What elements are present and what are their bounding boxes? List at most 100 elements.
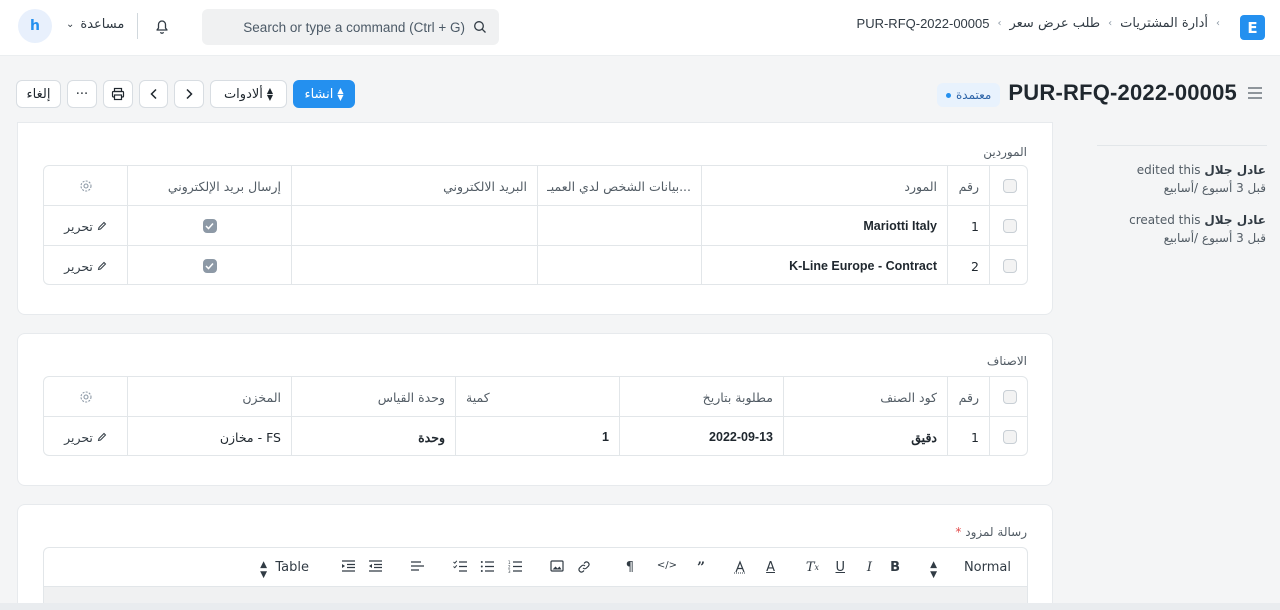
sidebar-divider: [1097, 145, 1267, 146]
clear-format-icon[interactable]: Tx: [806, 560, 819, 575]
align-icon[interactable]: [410, 560, 425, 572]
send-email-cell[interactable]: [127, 246, 291, 284]
checkbox[interactable]: [1002, 259, 1017, 273]
header-row-number: رقم: [947, 166, 989, 206]
more-actions-button[interactable]: ···: [67, 80, 97, 108]
timeline-user[interactable]: عادل جلال: [1204, 213, 1266, 227]
timeline-time: قبل 3 أسبوع /أسابيع: [1163, 181, 1266, 195]
user-avatar[interactable]: h: [18, 9, 52, 43]
format-dropdown[interactable]: Normal: [964, 560, 1011, 575]
send-email-checkbox[interactable]: [202, 259, 217, 273]
italic-icon[interactable]: I: [867, 560, 872, 575]
bell-icon[interactable]: [152, 16, 172, 36]
items-card: الاصناف المخزن وحدة القياس كمية مطلوبة ب…: [17, 333, 1053, 486]
row-select[interactable]: [989, 417, 1027, 455]
text-color-icon[interactable]: A: [766, 560, 775, 575]
warehouse-cell[interactable]: مخازن - FS: [127, 417, 291, 455]
pencil-icon: [97, 432, 107, 442]
send-email-cell[interactable]: [127, 206, 291, 246]
table-header-row: المخزن وحدة القياس كمية مطلوبة بتاريخ كو…: [44, 377, 1027, 417]
page-title: PUR-RFQ-2022-00005: [1008, 80, 1237, 105]
row-edit-button[interactable]: تحرير: [44, 417, 127, 455]
checkbox[interactable]: [1002, 179, 1017, 193]
column-settings-icon[interactable]: [44, 377, 127, 417]
timeline-user[interactable]: عادل جلال: [1204, 163, 1266, 177]
sidebar-toggle-icon[interactable]: [1247, 86, 1263, 100]
contact-cell[interactable]: [537, 206, 701, 246]
help-dropdown[interactable]: ⌄ مساعدة: [66, 17, 124, 32]
print-button[interactable]: [103, 80, 133, 108]
qty-cell[interactable]: 1: [455, 417, 619, 455]
uom-cell[interactable]: وحدة: [291, 417, 455, 455]
header-warehouse: المخزن: [127, 377, 291, 417]
row-select[interactable]: [989, 246, 1027, 284]
item-code-cell[interactable]: دقيق: [783, 417, 947, 455]
checkbox[interactable]: [1002, 430, 1017, 444]
supplier-cell[interactable]: K-Line Europe - Contract: [701, 246, 947, 284]
check-list-icon[interactable]: [453, 560, 468, 573]
edit-label: تحرير: [64, 429, 93, 445]
row-edit-button[interactable]: تحرير: [44, 246, 127, 284]
breadcrumb-separator-icon: ›: [1216, 18, 1220, 29]
breadcrumb-current[interactable]: PUR-RFQ-2022-00005: [857, 16, 990, 31]
image-icon[interactable]: [550, 560, 564, 572]
create-button[interactable]: انشاء ▲ ▼: [293, 80, 355, 108]
breadcrumb-rfq[interactable]: طلب عرض سعر: [1009, 16, 1100, 31]
bullet-list-icon[interactable]: [480, 560, 495, 573]
checkbox[interactable]: [1002, 219, 1017, 233]
updown-icon[interactable]: ▲ ▼: [260, 560, 267, 580]
row-edit-button[interactable]: تحرير: [44, 206, 127, 246]
blockquote-icon[interactable]: ”: [697, 560, 705, 576]
status-badge: معتمدة: [937, 83, 1001, 107]
app-logo[interactable]: E: [1240, 15, 1265, 40]
search-bar[interactable]: Search or type a command (Ctrl + G): [202, 9, 499, 45]
items-section-label: الاصناف: [986, 354, 1027, 368]
text-direction-icon[interactable]: ¶: [626, 560, 634, 575]
contact-cell[interactable]: [537, 246, 701, 284]
navbar: h ⌄ مساعدة Search or type a command (Ctr…: [0, 0, 1280, 56]
select-all-checkbox[interactable]: [989, 166, 1027, 206]
navbar-divider: [137, 13, 138, 39]
tools-button[interactable]: ألادوات ▲ ▼: [210, 80, 287, 108]
link-icon[interactable]: [577, 560, 591, 574]
svg-text:3: 3: [508, 569, 511, 573]
table-dropdown[interactable]: Table: [275, 560, 309, 575]
outdent-icon[interactable]: [368, 560, 383, 572]
email-cell[interactable]: [291, 246, 537, 284]
highlight-icon[interactable]: [733, 560, 747, 574]
header-send-email: إرسال بريد الإلكتروني: [127, 166, 291, 206]
table-row[interactable]: تحرير K-Line Europe - Contract 2: [44, 246, 1027, 284]
search-input[interactable]: Search or type a command (Ctrl + G): [243, 20, 465, 35]
table-row[interactable]: تحرير مخازن - FS وحدة 1 2022-09-13 دقيق …: [44, 417, 1027, 455]
send-email-checkbox[interactable]: [202, 219, 217, 233]
next-doc-button[interactable]: [174, 80, 204, 108]
prev-doc-button[interactable]: [139, 80, 168, 108]
column-settings-icon[interactable]: [44, 166, 127, 206]
header-row-number: رقم: [947, 377, 989, 417]
supplier-cell[interactable]: Mariotti Italy: [701, 206, 947, 246]
updown-icon[interactable]: ▲ ▼: [930, 560, 937, 580]
timeline-action: edited this: [1136, 163, 1201, 177]
table-row[interactable]: تحرير Mariotti Italy 1: [44, 206, 1027, 246]
indent-icon[interactable]: [341, 560, 356, 572]
select-all-checkbox[interactable]: [989, 377, 1027, 417]
email-cell[interactable]: [291, 206, 537, 246]
bold-icon[interactable]: B: [890, 560, 900, 575]
cancel-button[interactable]: إلغاء: [16, 80, 61, 108]
timeline-action: created this: [1129, 213, 1201, 227]
table-header-row: إرسال بريد الإلكتروني البريد الالكتروني …: [44, 166, 1027, 206]
horizontal-scrollbar[interactable]: [0, 603, 1280, 610]
row-number: 1: [947, 417, 989, 455]
breadcrumb-separator-icon: ›: [997, 18, 1002, 29]
suppliers-table: إرسال بريد الإلكتروني البريد الالكتروني …: [43, 165, 1028, 285]
breadcrumb-buying[interactable]: أدارة المشتريات: [1120, 16, 1208, 31]
header-required-by: مطلوبة بتاريخ: [619, 377, 783, 417]
underline-icon[interactable]: U: [835, 560, 845, 575]
required-by-cell[interactable]: 2022-09-13: [619, 417, 783, 455]
checkbox[interactable]: [1002, 390, 1017, 404]
ordered-list-icon[interactable]: 123: [508, 560, 523, 573]
code-icon[interactable]: </>: [657, 560, 677, 571]
message-label: * رسالة لمزود: [955, 525, 1027, 539]
suppliers-section-label: الموردين: [983, 145, 1027, 159]
row-select[interactable]: [989, 206, 1027, 246]
